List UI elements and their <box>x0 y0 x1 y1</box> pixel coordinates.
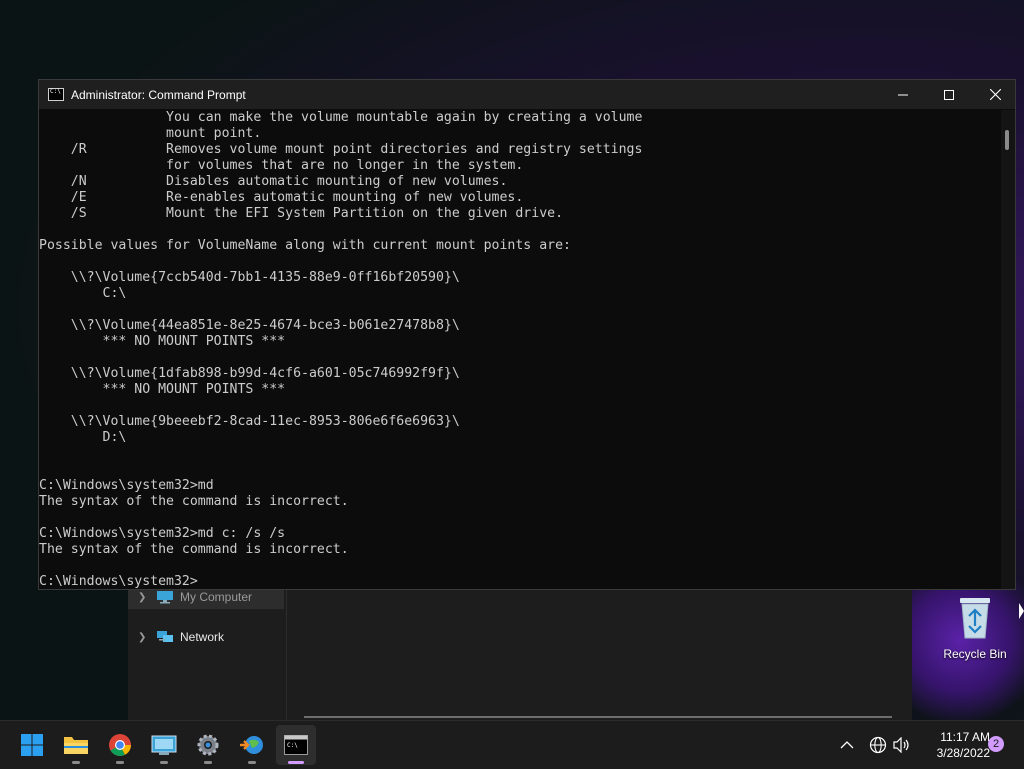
start-button[interactable] <box>12 725 52 765</box>
console-line: You can make the volume mountable again … <box>39 110 643 125</box>
volume-button[interactable] <box>893 721 911 769</box>
running-indicator <box>288 761 304 764</box>
console-line: The syntax of the command is incorrect. <box>39 494 349 509</box>
globe-arrow-icon <box>240 736 263 754</box>
show-hidden-icons-button[interactable] <box>840 721 854 769</box>
taskbar-control-panel[interactable] <box>144 725 184 765</box>
vertical-scrollbar-track[interactable] <box>1001 110 1015 589</box>
console-line: mount point. <box>39 126 262 141</box>
running-indicator <box>116 761 124 764</box>
console-line: \\?\Volume{44ea851e-8e25-4674-bce3-b061e… <box>39 318 460 333</box>
minimize-icon <box>898 94 908 95</box>
console-line: C:\Windows\system32>md <box>39 478 214 493</box>
chrome-icon <box>109 734 131 756</box>
chevron-up-icon <box>840 741 854 749</box>
computer-icon <box>157 591 173 604</box>
taskbar-chrome[interactable] <box>100 725 140 765</box>
close-button[interactable] <box>972 80 1018 109</box>
recycle-bin-label: Recycle Bin <box>943 647 1007 661</box>
terminal-icon: C:\ <box>284 735 308 755</box>
console-line: C:\Windows\system32> <box>39 574 198 589</box>
gear-icon <box>197 734 219 756</box>
chevron-right-icon[interactable]: ❯ <box>138 632 148 643</box>
file-explorer-window: ❯ My Computer ❯ Network <box>128 585 912 720</box>
taskbar-settings[interactable] <box>188 725 228 765</box>
window-title: Administrator: Command Prompt <box>71 87 246 102</box>
console-line: *** NO MOUNT POINTS *** <box>39 334 286 349</box>
notification-badge[interactable]: 2 <box>988 736 1004 752</box>
console-line: /R Removes volume mount point directorie… <box>39 142 643 157</box>
network-status-button[interactable] <box>869 721 887 769</box>
windows-start-icon <box>21 734 43 756</box>
globe-icon <box>869 736 887 754</box>
console-line: D:\ <box>39 430 127 445</box>
recycle-bin-shortcut[interactable]: Recycle Bin <box>938 596 1012 661</box>
console-line: Possible values for VolumeName along wit… <box>39 238 571 253</box>
running-indicator <box>248 761 256 764</box>
running-indicator <box>204 761 212 764</box>
explorer-navigation-pane: ❯ My Computer ❯ Network <box>128 585 287 720</box>
running-indicator <box>72 761 80 764</box>
nav-item-label: My Computer <box>180 590 253 604</box>
clock-time: 11:17 AM <box>940 730 990 744</box>
nav-item-label: Network <box>180 630 225 644</box>
taskbar-network-app[interactable] <box>232 725 272 765</box>
taskbar-command-prompt[interactable]: C:\ <box>276 725 316 765</box>
folder-icon <box>64 737 88 754</box>
console-line: /S Mount the EFI System Partition on the… <box>39 206 564 221</box>
taskbar-clock[interactable]: 11:17 AM 3/28/2022 <box>918 729 990 761</box>
mouse-pointer-icon <box>1019 603 1024 619</box>
console-output[interactable]: You can make the volume mountable again … <box>39 110 1001 589</box>
maximize-button[interactable] <box>926 80 972 109</box>
chevron-right-icon[interactable]: ❯ <box>138 592 148 603</box>
nav-item-network[interactable]: ❯ Network <box>128 625 284 649</box>
network-icon <box>157 631 173 642</box>
console-line: C:\ <box>39 286 127 301</box>
console-line: \\?\Volume{7ccb540d-7bb1-4135-88e9-0ff16… <box>39 270 460 285</box>
console-line: The syntax of the command is incorrect. <box>39 542 349 557</box>
control-panel-icon <box>151 735 177 755</box>
recycle-bin-icon <box>960 598 990 639</box>
close-icon <box>989 89 1001 100</box>
console-line: \\?\Volume{9beeebf2-8cad-11ec-8953-806e6… <box>39 414 460 429</box>
command-prompt-icon <box>48 88 64 101</box>
svg-text:C:\: C:\ <box>287 742 298 749</box>
speaker-icon <box>893 737 909 753</box>
command-prompt-window[interactable]: Administrator: Command Prompt You can ma… <box>38 79 1016 590</box>
minimize-button[interactable] <box>880 80 926 109</box>
maximize-icon <box>944 89 954 100</box>
horizontal-scrollbar[interactable] <box>304 716 892 718</box>
vertical-scrollbar-thumb[interactable] <box>1005 130 1009 150</box>
console-line: for volumes that are no longer in the sy… <box>39 158 524 173</box>
running-indicator <box>160 761 168 764</box>
taskbar: C:\ 11:17 AM 3/28/2022 <box>0 720 1024 769</box>
console-line: C:\Windows\system32>md c: /s /s <box>39 526 286 541</box>
taskbar-file-explorer[interactable] <box>56 725 96 765</box>
console-line: *** NO MOUNT POINTS *** <box>39 382 286 397</box>
console-line: \\?\Volume{1dfab898-b99d-4cf6-a601-05c74… <box>39 366 460 381</box>
console-line: /E Re-enables automatic mounting of new … <box>39 190 524 205</box>
clock-date: 3/28/2022 <box>936 746 990 760</box>
console-line: /N Disables automatic mounting of new vo… <box>39 174 508 189</box>
window-titlebar[interactable]: Administrator: Command Prompt <box>39 80 1015 109</box>
